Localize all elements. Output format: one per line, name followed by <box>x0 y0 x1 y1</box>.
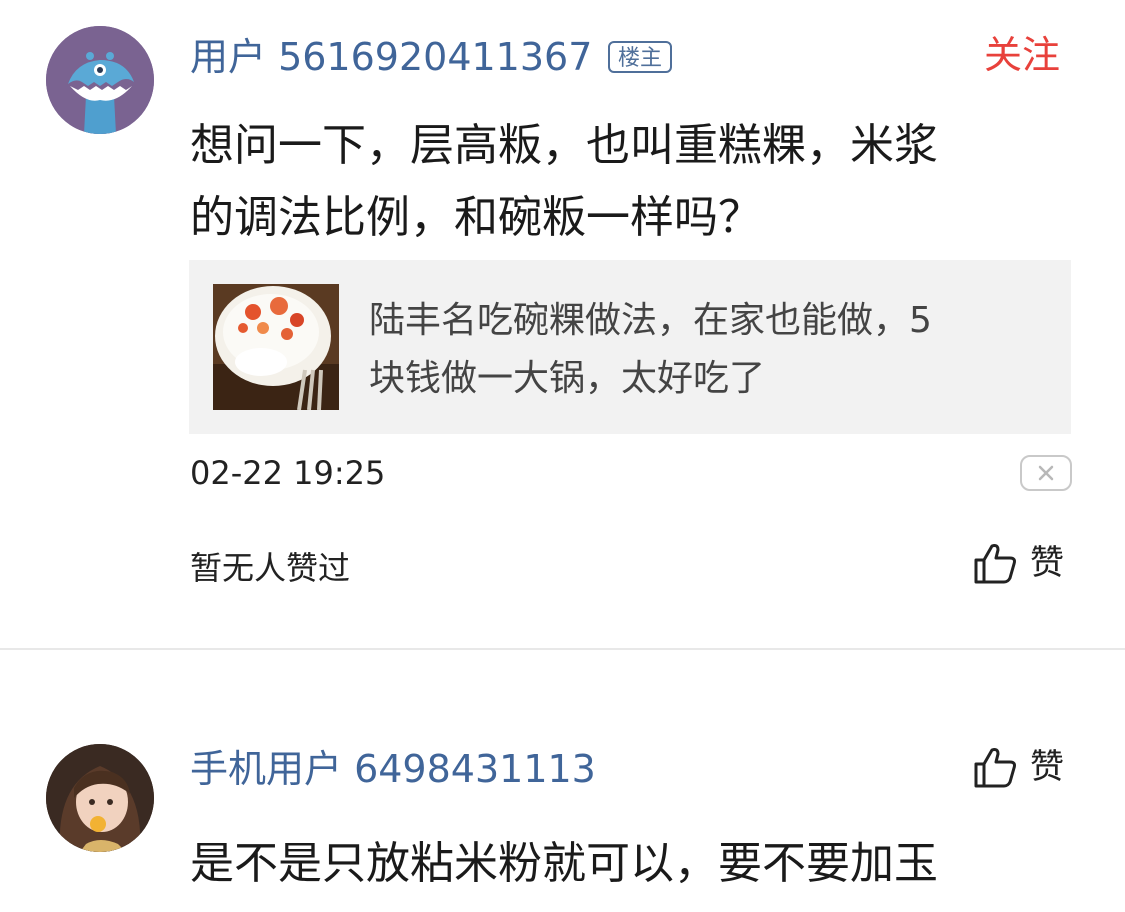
like-button[interactable]: 赞 <box>972 744 1064 790</box>
comment-text-line: 想问一下，层高粄，也叫重糕粿，米浆 <box>190 120 938 171</box>
thumbs-up-icon <box>974 748 1016 788</box>
comment-text-line: 是不是只放粘米粉就可以，要不要加玉 <box>190 838 938 889</box>
like-label: 赞 <box>1030 747 1064 787</box>
close-icon <box>1038 465 1054 481</box>
delete-button[interactable] <box>1020 455 1072 491</box>
quoted-article-card[interactable]: 陆丰名吃碗粿做法，在家也能做，5 块钱做一大锅，太好吃了 <box>189 260 1071 434</box>
article-title-line: 陆丰名吃碗粿做法，在家也能做，5 <box>369 300 932 341</box>
user-photo-avatar-icon <box>46 744 154 852</box>
avatar[interactable] <box>46 744 154 852</box>
like-label: 赞 <box>1030 543 1064 583</box>
article-title: 陆丰名吃碗粿做法，在家也能做，5 块钱做一大锅，太好吃了 <box>369 292 1049 408</box>
author-badge: 楼主 <box>608 41 673 73</box>
comment-text-line: 的调法比例，和碗粄一样吗？ <box>190 192 762 243</box>
like-button[interactable]: 赞 <box>972 540 1064 586</box>
article-title-line: 块钱做一大锅，太好吃了 <box>369 358 766 399</box>
comment-username[interactable]: 用户 5616920411367 <box>190 34 592 80</box>
comment-text: 想问一下，层高粄，也叫重糕粿，米浆 的调法比例，和碗粄一样吗？ <box>190 110 1090 254</box>
comment-timestamp: 02-22 19:25 <box>190 454 386 492</box>
divider <box>0 648 1125 650</box>
comment-text: 是不是只放粘米粉就可以，要不要加玉 <box>190 828 1090 900</box>
thumbs-up-icon <box>974 544 1016 584</box>
follow-button[interactable]: 关注 <box>984 32 1060 78</box>
avatar[interactable] <box>46 26 154 134</box>
likes-status: 暂无人赞过 <box>190 549 351 587</box>
comment-username[interactable]: 手机用户 6498431113 <box>190 746 596 792</box>
monster-avatar-icon <box>46 26 154 134</box>
article-thumbnail <box>213 284 339 410</box>
